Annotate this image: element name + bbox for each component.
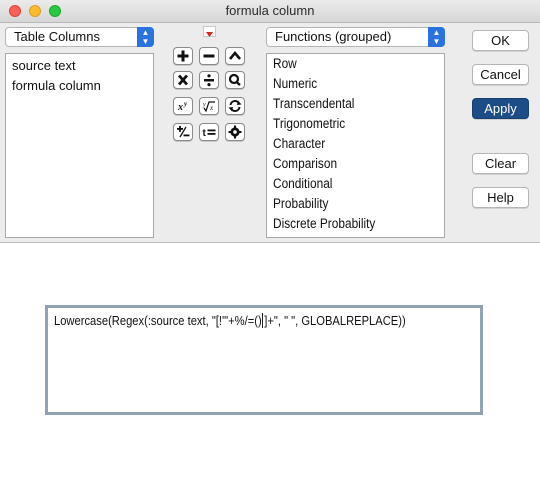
caret-up-icon [229, 50, 241, 60]
functions-popup-label: Functions (grouped) [275, 29, 392, 44]
function-category-row[interactable]: Row [273, 56, 297, 71]
formula-text-before-caret: Lowercase(Regex(:source text, "[!'"+%/=(… [54, 313, 262, 328]
divide-button[interactable] [199, 71, 219, 89]
close-window-button[interactable] [9, 5, 21, 17]
window-title: formula column [225, 3, 315, 18]
plus-button[interactable] [173, 47, 193, 65]
function-category-transcendental[interactable]: Transcendental [273, 96, 354, 111]
table-columns-popup-label: Table Columns [14, 29, 100, 44]
cancel-button[interactable]: Cancel [472, 64, 529, 85]
triangle-down-icon [206, 32, 213, 37]
columns-list[interactable]: source text formula column [5, 53, 154, 238]
title-bar[interactable]: formula column [0, 0, 540, 23]
keypad-expander-button[interactable] [203, 26, 216, 37]
svg-text:x: x [177, 102, 183, 113]
column-item-formula-column[interactable]: formula column [12, 78, 101, 93]
functions-popup[interactable]: Functions (grouped) ▲ ▼ [266, 27, 445, 47]
assign-button[interactable]: t [199, 123, 219, 141]
swap-button[interactable] [225, 97, 245, 115]
clear-button[interactable]: Clear [472, 153, 529, 174]
plus-icon [177, 50, 189, 62]
assign-icon: t [203, 128, 216, 139]
power-button[interactable]: xy [173, 97, 193, 115]
minus-button[interactable] [199, 47, 219, 65]
root-button[interactable]: yx [199, 97, 219, 115]
formula-expression-box[interactable]: Lowercase(Regex(:source text, "[!'"+%/=(… [45, 305, 483, 415]
gear-icon [228, 125, 242, 139]
function-category-conditional[interactable]: Conditional [273, 176, 332, 191]
minus-icon [203, 54, 215, 58]
help-button[interactable]: Help [472, 187, 529, 208]
ok-button[interactable]: OK [472, 30, 529, 51]
zoom-window-button[interactable] [49, 5, 61, 17]
function-category-character[interactable]: Character [273, 136, 325, 151]
formula-text-after-caret: ]+", " ", GLOBALREPLACE)) [264, 313, 406, 328]
svg-text:x: x [209, 104, 214, 112]
table-columns-popup[interactable]: Table Columns ▲ ▼ [5, 27, 154, 47]
swap-icon [228, 100, 242, 112]
formula-editor-window: formula column Table Columns ▲ ▼ source t… [0, 0, 540, 485]
multiply-button[interactable] [173, 71, 193, 89]
svg-text:y: y [202, 102, 206, 108]
svg-text:y: y [183, 100, 188, 108]
root-icon: yx [202, 101, 215, 113]
settings-button[interactable] [225, 123, 245, 141]
svg-text:t: t [203, 128, 207, 139]
plus-minus-icon [177, 125, 190, 138]
minimize-window-button[interactable] [29, 5, 41, 17]
chevron-up-down-icon: ▲ ▼ [137, 27, 154, 47]
search-button[interactable] [225, 71, 245, 89]
chevron-up-down-icon: ▲ ▼ [428, 27, 445, 47]
divide-icon [204, 74, 214, 87]
function-category-discrete-probability[interactable]: Discrete Probability [273, 216, 375, 231]
formula-expression[interactable]: Lowercase(Regex(:source text, "[!'"+%/=(… [54, 313, 406, 328]
function-category-trigonometric[interactable]: Trigonometric [273, 116, 345, 131]
function-category-numeric[interactable]: Numeric [273, 76, 317, 91]
plus-minus-button[interactable] [173, 123, 193, 141]
function-category-comparison[interactable]: Comparison [273, 156, 337, 171]
column-item-source-text[interactable]: source text [12, 58, 76, 73]
search-icon [228, 73, 241, 86]
apply-button[interactable]: Apply [472, 98, 529, 119]
functions-list[interactable]: Row Numeric Transcendental Trigonometric… [266, 53, 445, 238]
caret-button[interactable] [225, 47, 245, 65]
multiply-icon [177, 74, 189, 86]
power-icon: xy [177, 100, 188, 113]
function-category-probability[interactable]: Probability [273, 196, 328, 211]
